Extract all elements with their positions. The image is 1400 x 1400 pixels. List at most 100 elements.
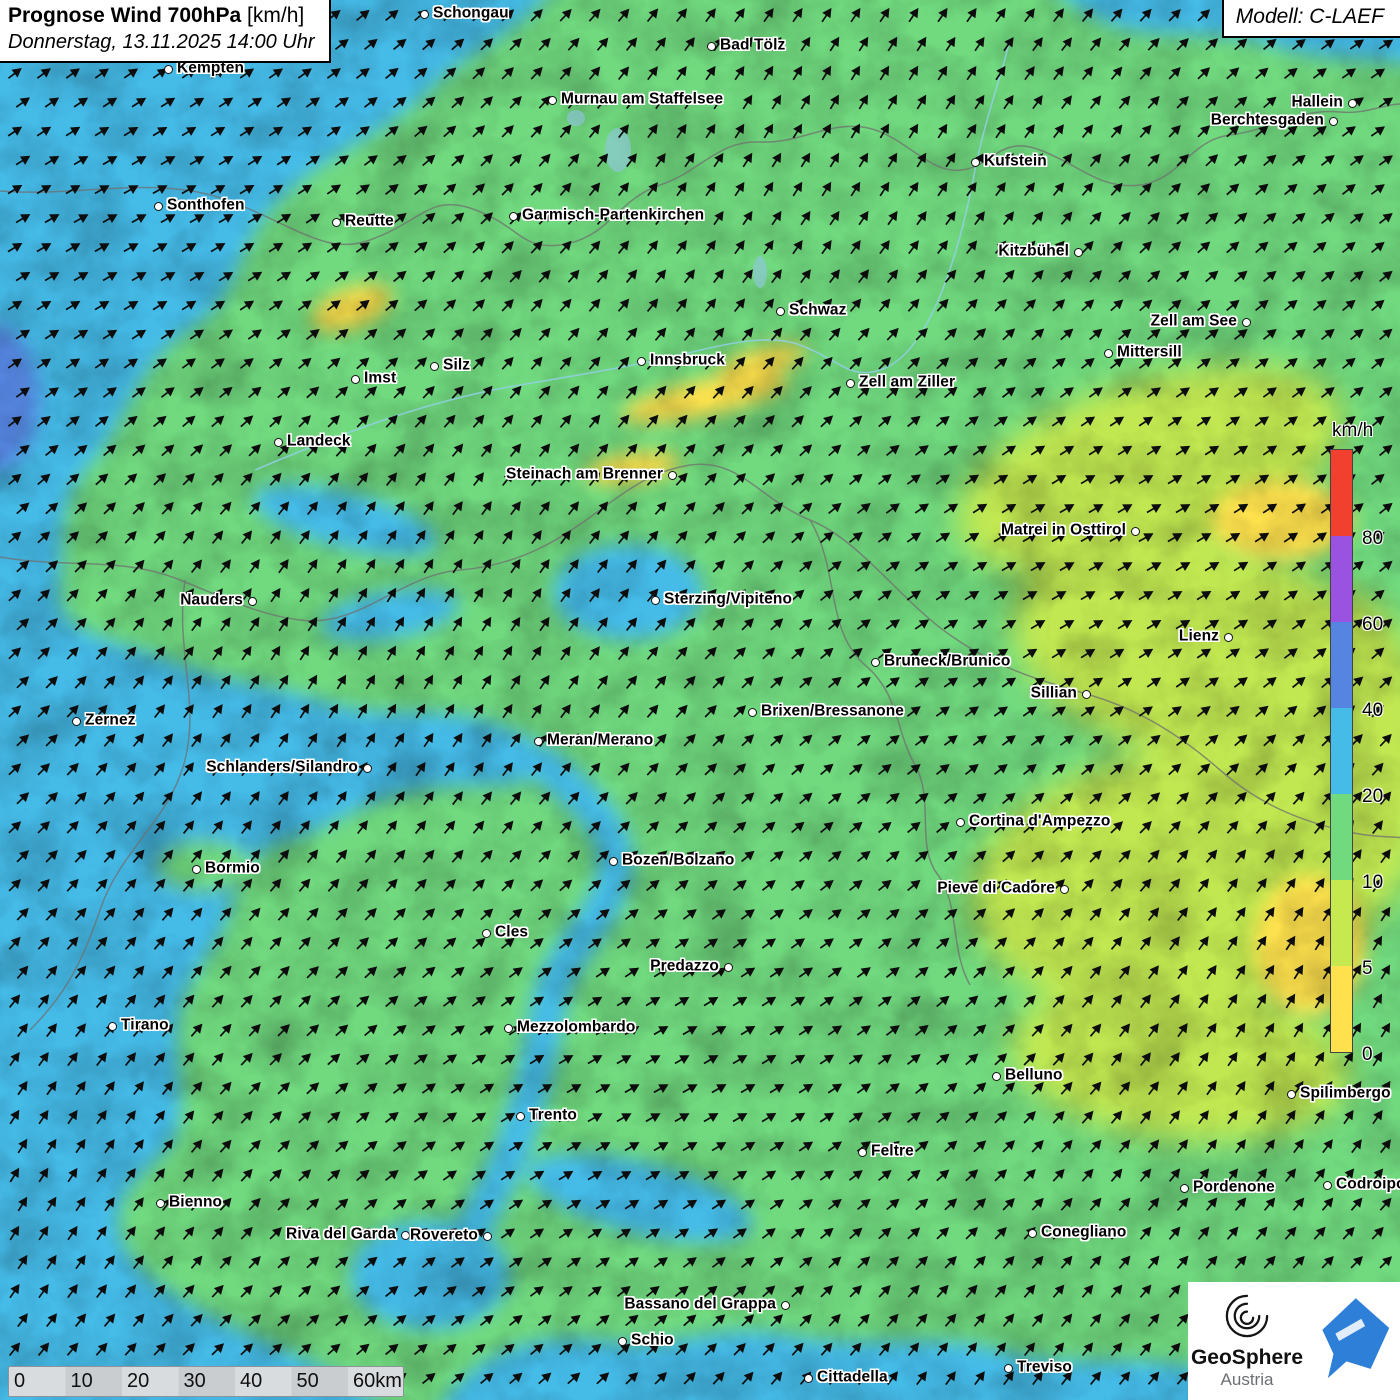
city-label: Mezzolombardo [517, 1019, 635, 1037]
city-dot [804, 1374, 813, 1383]
city-dot [154, 202, 163, 211]
city-label: Codroipo [1336, 1176, 1400, 1194]
city-dot [192, 865, 201, 874]
city-dot [156, 1199, 165, 1208]
legend-segment [1331, 966, 1352, 1052]
city-dot [164, 65, 173, 74]
city-dot [668, 471, 677, 480]
city-label: Schio [631, 1332, 674, 1350]
city-label: Imst [364, 370, 396, 388]
city-label: Bruneck/Brunico [884, 653, 1010, 671]
city-label: Riva del Garda [286, 1226, 396, 1244]
city-label: Bozen/Bolzano [622, 852, 734, 870]
city-dot [509, 212, 518, 221]
city-label: Schwaz [789, 302, 846, 320]
city-dot [72, 717, 81, 726]
city-dot [1060, 885, 1069, 894]
scalebar-label: 20 [122, 1370, 179, 1393]
city-label: Trento [529, 1107, 577, 1125]
city-label: Belluno [1005, 1067, 1063, 1085]
city-label: Sonthofen [167, 197, 245, 215]
city-dot [1287, 1090, 1296, 1099]
city-dot [516, 1112, 525, 1121]
city-label: Kitzbühel [998, 243, 1069, 261]
city-dot [748, 708, 757, 717]
city-dot [108, 1022, 117, 1031]
city-dot [1104, 349, 1113, 358]
city-label: Predazzo [650, 958, 719, 976]
city-label: Hallein [1291, 94, 1343, 112]
city-label: Pordenone [1193, 1179, 1275, 1197]
city-label: Sterzing/Vipiteno [664, 591, 792, 609]
legend-segment [1331, 536, 1352, 622]
geosphere-logo: GeoSphere Austria [1188, 1282, 1400, 1400]
legend-tick-label: 80 [1362, 528, 1383, 550]
city-dot [1242, 318, 1251, 327]
city-dot [1131, 527, 1140, 536]
city-dot [971, 158, 980, 167]
city-label: Rovereto [410, 1227, 478, 1245]
city-dot [1028, 1229, 1037, 1238]
city-dot [1323, 1181, 1332, 1190]
scalebar-label: 40 [235, 1370, 292, 1393]
city-dot [1082, 690, 1091, 699]
city-label: Innsbruck [650, 352, 725, 370]
city-dot [846, 379, 855, 388]
city-dot [618, 1337, 627, 1346]
city-label: Cortina d'Ampezzo [969, 813, 1110, 831]
city-label: Zell am Ziller [859, 374, 955, 392]
city-label: Bienno [169, 1194, 222, 1212]
city-dot [274, 438, 283, 447]
city-label: Treviso [1017, 1359, 1072, 1377]
title-parameter: Prognose Wind 700hPa [8, 4, 241, 27]
city-dot [548, 96, 557, 105]
city-dot [651, 596, 660, 605]
city-dot [248, 597, 257, 606]
city-label: Landeck [287, 433, 351, 451]
scalebar-label: 50 [292, 1370, 349, 1393]
city-dot [504, 1024, 513, 1033]
city-label: Pieve di Cadore [937, 880, 1055, 898]
city-dot [1074, 248, 1083, 257]
title-unit: [km/h] [241, 4, 304, 27]
city-dot [858, 1148, 867, 1157]
legend-tick-label: 10 [1362, 872, 1383, 894]
logo-country-text: Austria [1221, 1370, 1274, 1390]
legend-colorbar [1330, 449, 1353, 1053]
city-label: Brixen/Bressanone [761, 703, 904, 721]
city-dot [401, 1231, 410, 1240]
page-title: Prognose Wind 700hPa [km/h] [8, 4, 315, 28]
city-label: Bormio [205, 860, 260, 878]
city-label: Bad Tölz [720, 37, 785, 55]
scalebar-label: 30 [179, 1370, 236, 1393]
city-label: Cittadella [817, 1369, 888, 1387]
legend-tick-label: 5 [1362, 958, 1373, 980]
city-label: Matrei in Osttirol [1001, 522, 1126, 540]
valid-time-label: Donnerstag, 13.11.2025 14:00 Uhr [8, 31, 315, 54]
city-dot [1348, 99, 1357, 108]
legend-segment [1331, 622, 1352, 708]
city-label: Zell am See [1151, 313, 1237, 331]
color-legend: km/h 806040201050 [1330, 420, 1400, 1053]
city-dot [534, 737, 543, 746]
city-label: Bassano del Grappa [624, 1296, 776, 1314]
city-dot [956, 818, 965, 827]
city-dot [1180, 1184, 1189, 1193]
city-dot [776, 307, 785, 316]
legend-tick-label: 0 [1362, 1044, 1373, 1066]
city-label: Spilimbergo [1300, 1085, 1391, 1103]
city-dot [363, 764, 372, 773]
city-dot [1004, 1364, 1013, 1373]
city-label: Nauders [180, 592, 243, 610]
scalebar-label: 0 [9, 1370, 66, 1393]
city-label: Tirano [121, 1017, 169, 1035]
city-dot [707, 42, 716, 51]
city-label: Schlanders/Silandro [206, 759, 358, 777]
spiral-wind-icon [1218, 1288, 1276, 1344]
legend-segment [1331, 708, 1352, 794]
header-box: Prognose Wind 700hPa [km/h] Donnerstag, … [0, 0, 331, 63]
city-dot [430, 362, 439, 371]
geosphere-blue-mark-icon [1309, 1289, 1397, 1393]
city-label: Reutte [345, 213, 394, 231]
city-dot [332, 218, 341, 227]
